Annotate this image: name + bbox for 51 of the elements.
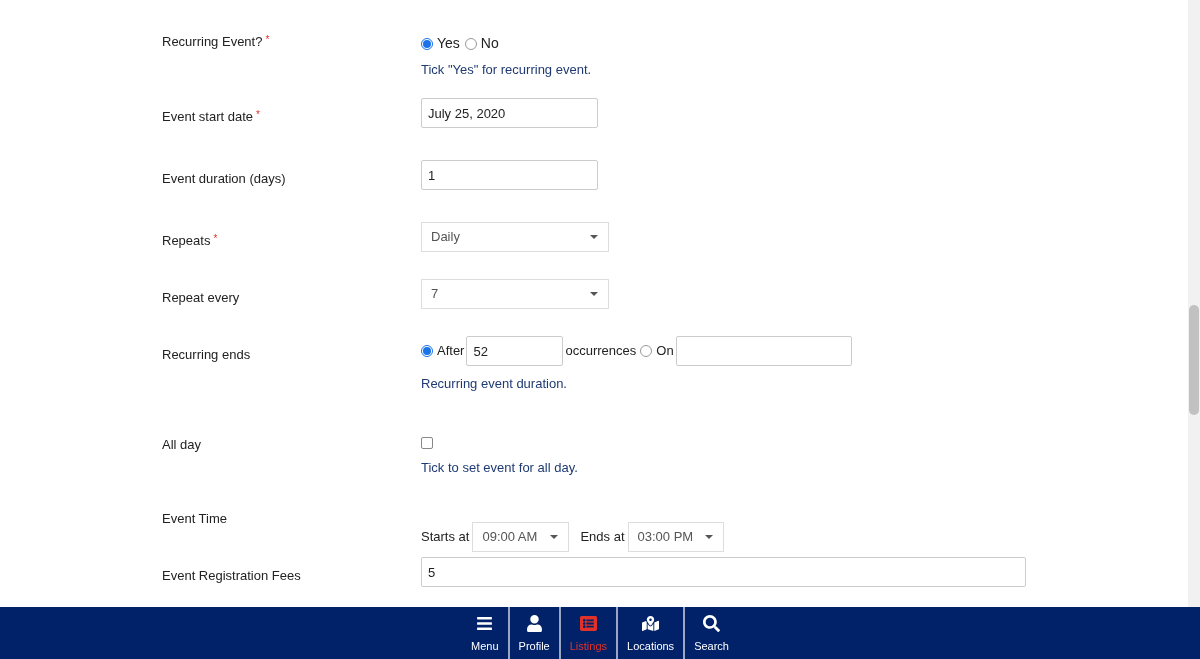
- field-label: Recurring Event?: [162, 34, 263, 49]
- radio-button[interactable]: [421, 37, 433, 50]
- field-label: Event Registration Fees: [162, 568, 301, 583]
- field-label: Event Time: [162, 511, 228, 526]
- input-field[interactable]: July 25, 2020: [421, 98, 598, 128]
- help-text: Tick "Yes" for recurring event.: [421, 61, 592, 79]
- radio-label: No: [480, 34, 499, 53]
- checkbox[interactable]: [421, 437, 433, 449]
- help-text: Recurring event duration.: [421, 375, 568, 393]
- radio-button[interactable]: [464, 37, 477, 50]
- dropdown[interactable]: 09:00 AM: [472, 521, 570, 552]
- field-label: Repeats: [162, 233, 211, 248]
- menu-icon: [476, 614, 494, 632]
- input-field[interactable]: 5: [421, 557, 1026, 587]
- field-label: Event duration (days): [162, 171, 286, 186]
- search-icon: [703, 614, 721, 632]
- list-icon: [579, 614, 597, 632]
- field-label: Recurring ends: [162, 347, 251, 362]
- input-field[interactable]: 52: [466, 336, 564, 366]
- nav-tab[interactable]: Search: [683, 607, 738, 659]
- time-label: Ends at: [580, 527, 625, 546]
- required-mark: *: [265, 34, 270, 45]
- scrollbar[interactable]: [1188, 0, 1200, 607]
- nav-tab[interactable]: Menu: [462, 607, 508, 659]
- dropdown[interactable]: Daily: [421, 222, 609, 252]
- time-label: Starts at: [421, 527, 470, 546]
- nav-tab[interactable]: Profile: [507, 607, 559, 659]
- field-label: Event start date: [162, 109, 254, 124]
- unit-label: occurrences: [565, 342, 637, 361]
- input-field[interactable]: 1: [421, 160, 598, 190]
- radio-label: Yes: [437, 34, 460, 53]
- radio-button[interactable]: [640, 345, 653, 357]
- radio-label: On: [656, 342, 674, 361]
- required-mark: *: [256, 109, 260, 120]
- dropdown[interactable]: 7: [421, 279, 609, 309]
- caret-icon: [590, 292, 598, 296]
- field-label: All day: [162, 437, 202, 452]
- help-text: Tick to set event for all day.: [421, 459, 578, 477]
- radio-label: After: [437, 342, 465, 361]
- scrollbar-thumb[interactable]: [1189, 305, 1199, 415]
- map-icon: [642, 614, 660, 632]
- caret-icon: [590, 235, 598, 239]
- field-label: Repeat every: [162, 290, 240, 305]
- caret-icon: [550, 534, 559, 539]
- required-mark: *: [213, 233, 218, 244]
- date-field[interactable]: [675, 336, 852, 366]
- person-icon: [525, 614, 543, 632]
- radio-button[interactable]: [421, 345, 433, 357]
- caret-icon: [704, 534, 713, 539]
- nav-tab[interactable]: Locations: [616, 607, 684, 659]
- dropdown[interactable]: 03:00 PM: [627, 521, 724, 552]
